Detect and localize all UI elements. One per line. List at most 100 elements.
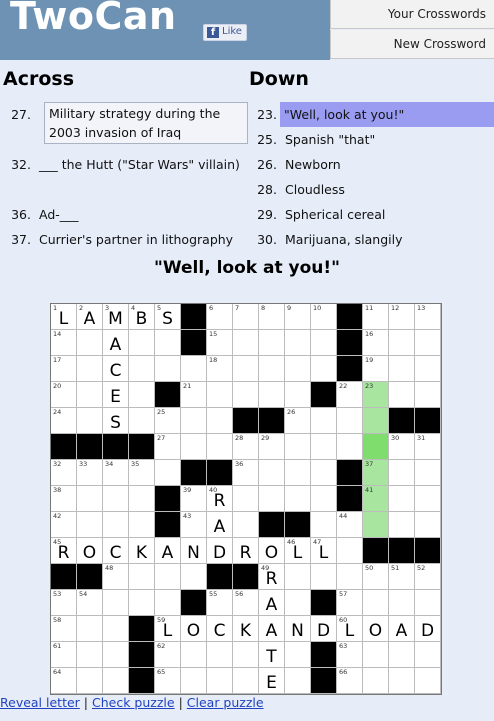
- grid-cell[interactable]: N: [285, 616, 311, 642]
- grid-cell[interactable]: [415, 642, 441, 668]
- grid-cell[interactable]: 64: [51, 668, 77, 694]
- grid-cell[interactable]: E: [259, 668, 285, 694]
- grid-cell[interactable]: 63: [337, 642, 363, 668]
- grid-cell[interactable]: C: [103, 356, 129, 382]
- grid-cell[interactable]: O: [77, 538, 103, 564]
- grid-cell[interactable]: [103, 486, 129, 512]
- grid-cell[interactable]: 3M: [103, 304, 129, 330]
- grid-cell[interactable]: 17: [51, 356, 77, 382]
- grid-cell[interactable]: [129, 330, 155, 356]
- grid-cell[interactable]: [415, 356, 441, 382]
- grid-cell[interactable]: [285, 460, 311, 486]
- grid-cell[interactable]: 6: [207, 304, 233, 330]
- grid-cell[interactable]: [129, 590, 155, 616]
- grid-cell[interactable]: [415, 460, 441, 486]
- grid-cell[interactable]: 7: [233, 304, 259, 330]
- grid-cell[interactable]: 16: [363, 330, 389, 356]
- grid-cell[interactable]: [389, 642, 415, 668]
- grid-cell[interactable]: 59 L: [155, 616, 181, 642]
- grid-cell[interactable]: T: [259, 642, 285, 668]
- grid-cell[interactable]: [311, 512, 337, 538]
- grid-cell[interactable]: [311, 408, 337, 434]
- grid-cell[interactable]: [259, 382, 285, 408]
- grid-cell[interactable]: 26: [285, 408, 311, 434]
- grid-cell[interactable]: [77, 512, 103, 538]
- grid-cell[interactable]: C: [103, 538, 129, 564]
- grid-cell[interactable]: [337, 538, 363, 564]
- grid-cell[interactable]: 12: [389, 304, 415, 330]
- grid-cell[interactable]: [311, 460, 337, 486]
- grid-cell[interactable]: A: [103, 330, 129, 356]
- grid-cell[interactable]: 30: [389, 434, 415, 460]
- grid-cell[interactable]: D: [311, 616, 337, 642]
- grid-cell[interactable]: [103, 616, 129, 642]
- grid-cell[interactable]: D: [415, 616, 441, 642]
- grid-cell[interactable]: O: [181, 616, 207, 642]
- grid-cell[interactable]: 49 R: [259, 564, 285, 590]
- grid-cell[interactable]: [103, 668, 129, 694]
- across-clue-list[interactable]: 27. Military strategy during the 2003 inv…: [3, 102, 248, 250]
- grid-cell[interactable]: 21: [181, 382, 207, 408]
- grid-cell[interactable]: D: [207, 538, 233, 564]
- grid-cell[interactable]: 9: [285, 304, 311, 330]
- grid-cell[interactable]: [337, 408, 363, 434]
- down-clue-list[interactable]: 23. "Well, look at you!" 25. Spanish "that"…: [249, 102, 494, 250]
- grid-cell[interactable]: [415, 486, 441, 512]
- grid-cell[interactable]: [285, 590, 311, 616]
- grid-cell[interactable]: 8: [259, 304, 285, 330]
- grid-cell[interactable]: [259, 486, 285, 512]
- grid-cell[interactable]: [129, 512, 155, 538]
- grid-cell[interactable]: 61: [51, 642, 77, 668]
- across-clue[interactable]: 37. Currier's partner in lithography: [3, 227, 248, 250]
- grid-cell[interactable]: [363, 434, 389, 460]
- grid-cell[interactable]: [389, 668, 415, 694]
- grid-cell[interactable]: [363, 408, 389, 434]
- grid-cell[interactable]: 18: [207, 356, 233, 382]
- grid-cell[interactable]: [155, 564, 181, 590]
- grid-cell[interactable]: [155, 460, 181, 486]
- grid-cell[interactable]: 45 R: [51, 538, 77, 564]
- grid-cell[interactable]: [233, 356, 259, 382]
- your-crosswords-button[interactable]: Your Crosswords: [330, 0, 494, 29]
- grid-cell[interactable]: 40 R: [207, 486, 233, 512]
- grid-cell[interactable]: [233, 512, 259, 538]
- grid-cell[interactable]: [77, 486, 103, 512]
- grid-cell[interactable]: 5S: [155, 304, 181, 330]
- grid-cell[interactable]: [337, 434, 363, 460]
- grid-cell[interactable]: [129, 382, 155, 408]
- grid-cell[interactable]: 43: [181, 512, 207, 538]
- grid-cell[interactable]: 1L: [51, 304, 77, 330]
- grid-cell[interactable]: [311, 356, 337, 382]
- grid-cell[interactable]: [285, 382, 311, 408]
- grid-cell[interactable]: 20: [51, 382, 77, 408]
- grid-cell[interactable]: 54: [77, 590, 103, 616]
- grid-cell[interactable]: [181, 356, 207, 382]
- grid-cell[interactable]: [129, 356, 155, 382]
- grid-cell[interactable]: [155, 330, 181, 356]
- grid-cell[interactable]: 32: [51, 460, 77, 486]
- grid-cell[interactable]: 62: [155, 642, 181, 668]
- grid-cell[interactable]: [103, 642, 129, 668]
- grid-cell[interactable]: 58: [51, 616, 77, 642]
- grid-cell[interactable]: O: [363, 616, 389, 642]
- grid-cell[interactable]: 56: [233, 590, 259, 616]
- grid-cell[interactable]: [77, 668, 103, 694]
- grid-cell[interactable]: [233, 330, 259, 356]
- grid-cell[interactable]: 34: [103, 460, 129, 486]
- grid-cell[interactable]: 38: [51, 486, 77, 512]
- grid-cell[interactable]: 31: [415, 434, 441, 460]
- grid-cell[interactable]: 65: [155, 668, 181, 694]
- grid-cell[interactable]: 24: [51, 408, 77, 434]
- grid-cell[interactable]: [285, 356, 311, 382]
- grid-cell[interactable]: [311, 564, 337, 590]
- grid-cell[interactable]: [363, 642, 389, 668]
- grid-cell[interactable]: [129, 564, 155, 590]
- grid-cell[interactable]: 15: [207, 330, 233, 356]
- grid-cell[interactable]: [129, 486, 155, 512]
- grid-cell[interactable]: A: [207, 512, 233, 538]
- grid-cell[interactable]: [415, 590, 441, 616]
- grid-cell[interactable]: [285, 668, 311, 694]
- grid-cell[interactable]: A: [155, 538, 181, 564]
- grid-cell[interactable]: 48: [103, 564, 129, 590]
- grid-cell[interactable]: 50: [363, 564, 389, 590]
